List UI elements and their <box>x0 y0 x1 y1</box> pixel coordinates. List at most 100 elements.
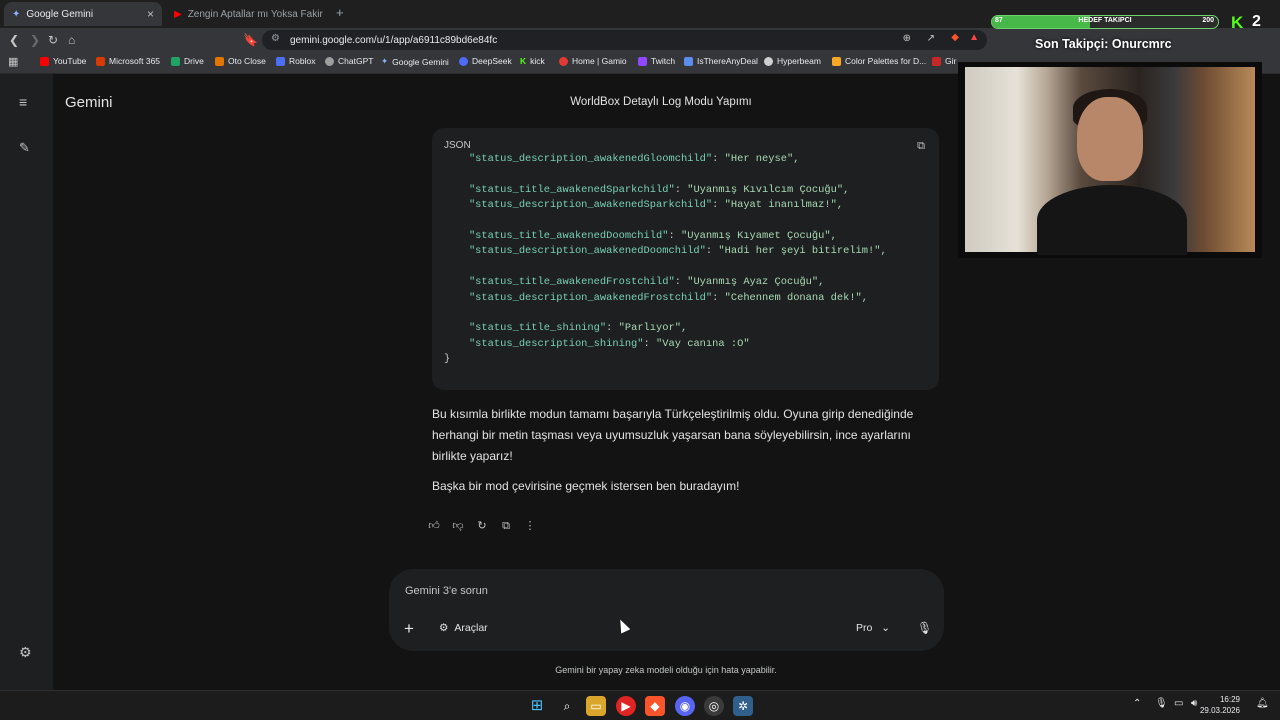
code-line: "status_title_awakenedFrostchild": "Uyan… <box>444 276 825 289</box>
code-line: "status_description_awakenedDoomchild": … <box>444 245 887 258</box>
kick-logo-icon: K <box>1231 13 1244 32</box>
response-actions: 👍︎ 👎︎ ↻ ⧉ ⋮ <box>426 518 538 536</box>
code-value: "Cehennem donana dek!", <box>724 291 869 304</box>
response-paragraph: Başka bir mod çevirisine geçmek istersen… <box>432 479 740 494</box>
chevron-down-icon: ⌄ <box>881 622 891 634</box>
model-selector[interactable]: Pro ⌄ <box>856 622 890 634</box>
code-value: "Parlıyor", <box>618 322 688 335</box>
network-icon[interactable]: ▭ <box>1174 698 1183 709</box>
code-line: "status_description_awakenedSparkchild":… <box>444 199 844 212</box>
mic-tray-icon[interactable]: 🎙︎ <box>1155 698 1168 709</box>
bookmark-oto-close[interactable]: Oto Close <box>215 56 266 66</box>
bookmark-kick[interactable]: Kkick <box>520 56 545 66</box>
copy-response-icon[interactable]: ⧉ <box>498 518 514 534</box>
zoom-icon[interactable]: ⊕ <box>903 33 911 44</box>
bookmark-gir[interactable]: Gir <box>932 56 956 66</box>
bookmark-page-icon[interactable]: 🔖 <box>243 28 258 52</box>
regenerate-icon[interactable]: ↻ <box>474 518 490 534</box>
home-icon[interactable]: ⌂ <box>68 28 75 52</box>
bookmark-hyperbeam[interactable]: Hyperbeam <box>764 56 821 66</box>
bookmark-color-palettes[interactable]: Color Palettes for D... <box>832 56 926 66</box>
obs-icon[interactable]: ◎ <box>704 696 724 716</box>
system-clock[interactable]: 16:29 29.03.2026 <box>1200 694 1240 716</box>
bookmark-gamio[interactable]: Home | Gamio <box>559 56 627 66</box>
prompt-input[interactable]: Gemini 3'e sorun <box>405 585 488 597</box>
add-attachment-icon[interactable]: + <box>404 619 414 639</box>
code-key: "status_description_awakenedDoomchild" <box>444 245 706 258</box>
bookmark-deepseek[interactable]: DeepSeek <box>459 56 512 66</box>
prompt-box[interactable]: Gemini 3'e sorun + ⚙ Araçlar Pro ⌄ 🎙︎ <box>389 569 944 651</box>
new-tab-button[interactable]: + <box>336 5 344 20</box>
copy-code-icon[interactable]: ⧉ <box>917 140 925 153</box>
bookmark-isthereanydeal[interactable]: IsThereAnyDeal <box>684 56 758 66</box>
tools-icon: ⚙ <box>439 622 449 634</box>
code-content: "status_description_awakenedGloomchild":… <box>444 152 887 367</box>
bookmark-microsoft-365[interactable]: Microsoft 365 <box>96 56 160 66</box>
gemini-favicon-icon: ✦ <box>12 8 21 20</box>
kick-icon: K <box>520 56 527 66</box>
file-explorer-icon[interactable]: ▭ <box>586 696 606 716</box>
code-key: "status_description_awakenedGloomchild" <box>444 153 713 165</box>
notifications-icon[interactable]: 🔔︎ <box>1256 698 1269 709</box>
bookmark-google-gemini[interactable]: ✦ Google Gemini <box>381 56 449 67</box>
media-player-icon[interactable]: ▶ <box>616 696 636 716</box>
microphone-icon[interactable]: 🎙︎ <box>917 621 932 635</box>
forward-icon[interactable]: ❯ <box>30 28 40 52</box>
volume-icon[interactable]: 🔊︎ <box>1191 698 1197 709</box>
apps-grid-icon[interactable]: ▦ <box>8 50 18 74</box>
deepseek-icon <box>459 56 468 66</box>
discord-icon[interactable]: ◉ <box>675 696 695 716</box>
youtube-icon <box>40 56 49 66</box>
tab-title: Google Gemini <box>26 8 94 20</box>
more-options-icon[interactable]: ⋮ <box>522 518 538 534</box>
code-key: "status_description_awakenedFrostchild" <box>444 291 713 304</box>
settings-icon[interactable]: ⚙ <box>19 644 32 661</box>
code-value: "Uyanmış Ayaz Çocuğu", <box>687 276 825 289</box>
follower-goal-bar: 87 HEDEF TAKIPCI 200 <box>991 15 1219 29</box>
bookmark-chatgpt[interactable]: ChatGPT <box>325 56 373 66</box>
site-info-icon[interactable]: ⚙ <box>271 33 280 44</box>
reload-icon[interactable]: ↻ <box>48 28 58 52</box>
address-bar[interactable]: ⚙ gemini.google.com/u/1/app/a6911c89bd6e… <box>262 30 987 50</box>
isthereanydeal-icon <box>684 56 693 66</box>
kick-viewer-count: 2 <box>1252 13 1261 30</box>
streamer-face <box>1077 97 1143 181</box>
oto-close-icon <box>215 56 224 66</box>
bookmark-twitch[interactable]: Twitch <box>638 56 675 66</box>
tab-google-gemini[interactable]: ✦ Google Gemini × <box>4 2 162 26</box>
clock-time: 16:29 <box>1219 695 1240 704</box>
bookmark-roblox[interactable]: Roblox <box>276 56 315 66</box>
new-chat-icon[interactable]: ✎ <box>19 140 30 156</box>
start-icon[interactable]: ⊞ <box>527 696 547 716</box>
search-icon[interactable]: ⌕ <box>557 696 577 716</box>
microsoft-365-icon <box>96 56 105 66</box>
share-icon[interactable]: ↗ <box>927 33 935 44</box>
tab-youtube-video[interactable]: ▶ Zengin Aptallar mı Yoksa Fakir Dahile <box>166 2 326 26</box>
back-icon[interactable]: ❮ <box>9 28 19 52</box>
model-label: Pro <box>856 622 873 634</box>
bookmark-drive[interactable]: Drive <box>171 56 204 66</box>
code-line: "status_title_awakenedSparkchild": "Uyan… <box>444 183 850 196</box>
tray-chevron-icon[interactable]: ⌃ <box>1133 698 1141 709</box>
brave-shields-icon[interactable]: ◆ <box>951 32 959 43</box>
tab-title: Zengin Aptallar mı Yoksa Fakir Dahile <box>187 8 326 20</box>
app-icon[interactable]: ✲ <box>733 696 753 716</box>
tools-button[interactable]: ⚙ Araçlar <box>439 622 488 634</box>
color-palettes-icon <box>832 56 841 66</box>
thumbs-down-icon[interactable]: 👎︎ <box>450 518 466 534</box>
code-value: "Her neyse", <box>724 153 800 165</box>
brave-browser-icon[interactable]: ◆ <box>645 696 665 716</box>
close-tab-icon[interactable]: × <box>147 7 154 21</box>
model-response: Bu kısımla birlikte modun tamamı başarıy… <box>432 404 932 507</box>
code-key: "status_description_awakenedSparkchild" <box>444 199 713 212</box>
brave-rewards-icon[interactable]: ▲ <box>969 32 979 43</box>
thumbs-up-icon[interactable]: 👍︎ <box>426 518 442 534</box>
youtube-favicon-icon: ▶ <box>174 8 182 20</box>
gemini-sidebar: ≡ ✎ ⚙ <box>0 74 53 690</box>
hyperbeam-icon <box>764 56 773 66</box>
code-language-label: JSON <box>444 140 471 151</box>
code-line: "status_title_awakenedDoomchild": "Uyanm… <box>444 229 837 242</box>
bookmark-youtube[interactable]: YouTube <box>40 56 86 66</box>
